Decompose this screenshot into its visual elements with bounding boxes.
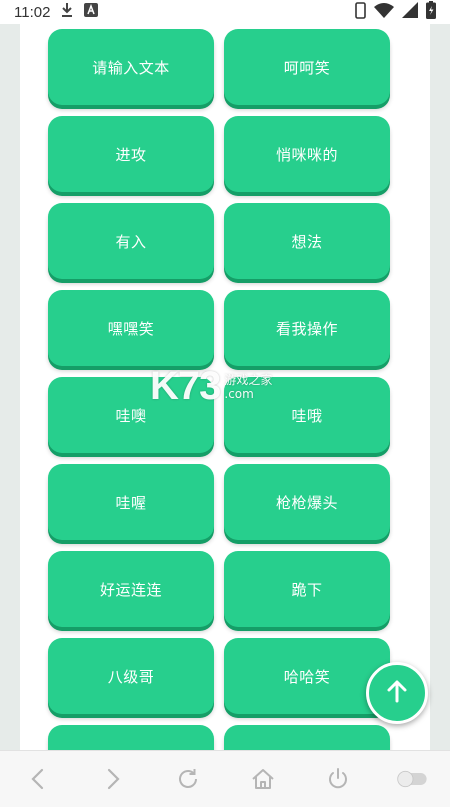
sound-button-6[interactable]: 想法	[224, 203, 390, 279]
power-icon[interactable]	[321, 762, 355, 796]
sound-button-label: 哇噢	[115, 406, 147, 425]
sound-button-7[interactable]: 嘿嘿笑	[48, 290, 214, 366]
sound-button-10[interactable]: 哇哦	[224, 377, 390, 453]
sound-button-17[interactable]	[48, 725, 214, 750]
sound-button-label: 进攻	[115, 145, 147, 164]
content-panel: 请输入文本 呵呵笑 进攻 悄咪咪的 有入 想法 嘿嘿笑 看我操作 哇噢 哇哦 哇…	[20, 24, 430, 750]
sound-button-5[interactable]: 有入	[48, 203, 214, 279]
sound-button-label: 有入	[115, 232, 147, 251]
status-time: 11:02	[14, 3, 51, 21]
signal-icon	[402, 2, 418, 22]
status-bar-left: 11:02	[14, 2, 99, 22]
sound-button-1[interactable]: 请输入文本	[48, 29, 214, 105]
wifi-icon	[374, 2, 394, 22]
sound-button-2[interactable]: 呵呵笑	[224, 29, 390, 105]
toggle-icon[interactable]	[396, 762, 430, 796]
download-icon	[60, 2, 74, 22]
sound-button-13[interactable]: 好运连连	[48, 551, 214, 627]
sound-button-label: 嘿嘿笑	[107, 319, 155, 338]
back-arrow-icon[interactable]	[21, 762, 55, 796]
status-bar-right	[355, 1, 436, 23]
home-icon[interactable]	[246, 762, 280, 796]
sound-button-label: 哇哦	[291, 406, 323, 425]
forward-arrow-icon[interactable]	[96, 762, 130, 796]
sound-button-label: 跪下	[291, 580, 323, 599]
sound-button-label: 呵呵笑	[283, 58, 331, 77]
scroll-to-top-button[interactable]	[366, 662, 428, 724]
sound-button-label: 哇喔	[115, 493, 147, 512]
sound-button-label: 看我操作	[275, 319, 338, 338]
sound-button-label: 悄咪咪的	[275, 145, 338, 164]
refresh-icon[interactable]	[171, 762, 205, 796]
browser-nav-bar	[0, 750, 450, 807]
sound-button-8[interactable]: 看我操作	[224, 290, 390, 366]
sound-button-label: 请输入文本	[92, 58, 170, 77]
sound-button-18[interactable]	[224, 725, 390, 750]
sound-button-11[interactable]: 哇喔	[48, 464, 214, 540]
sound-button-14[interactable]: 跪下	[224, 551, 390, 627]
sound-button-label: 好运连连	[99, 580, 162, 599]
sound-button-3[interactable]: 进攻	[48, 116, 214, 192]
phone-icon	[355, 1, 366, 23]
battery-icon	[426, 1, 436, 23]
sound-button-label: 八级哥	[107, 667, 155, 686]
sound-button-grid: 请输入文本 呵呵笑 进攻 悄咪咪的 有入 想法 嘿嘿笑 看我操作 哇噢 哇哦 哇…	[48, 29, 390, 750]
status-bar: 11:02	[0, 0, 450, 24]
sound-button-label: 哈哈笑	[283, 667, 331, 686]
sound-button-label: 想法	[291, 232, 323, 251]
sound-button-4[interactable]: 悄咪咪的	[224, 116, 390, 192]
sound-button-15[interactable]: 八级哥	[48, 638, 214, 714]
font-icon	[84, 3, 99, 21]
sound-button-9[interactable]: 哇噢	[48, 377, 214, 453]
sound-button-16[interactable]: 哈哈笑	[224, 638, 390, 714]
sound-button-12[interactable]: 枪枪爆头	[224, 464, 390, 540]
arrow-up-icon	[384, 678, 410, 708]
sound-button-label: 枪枪爆头	[275, 493, 338, 512]
